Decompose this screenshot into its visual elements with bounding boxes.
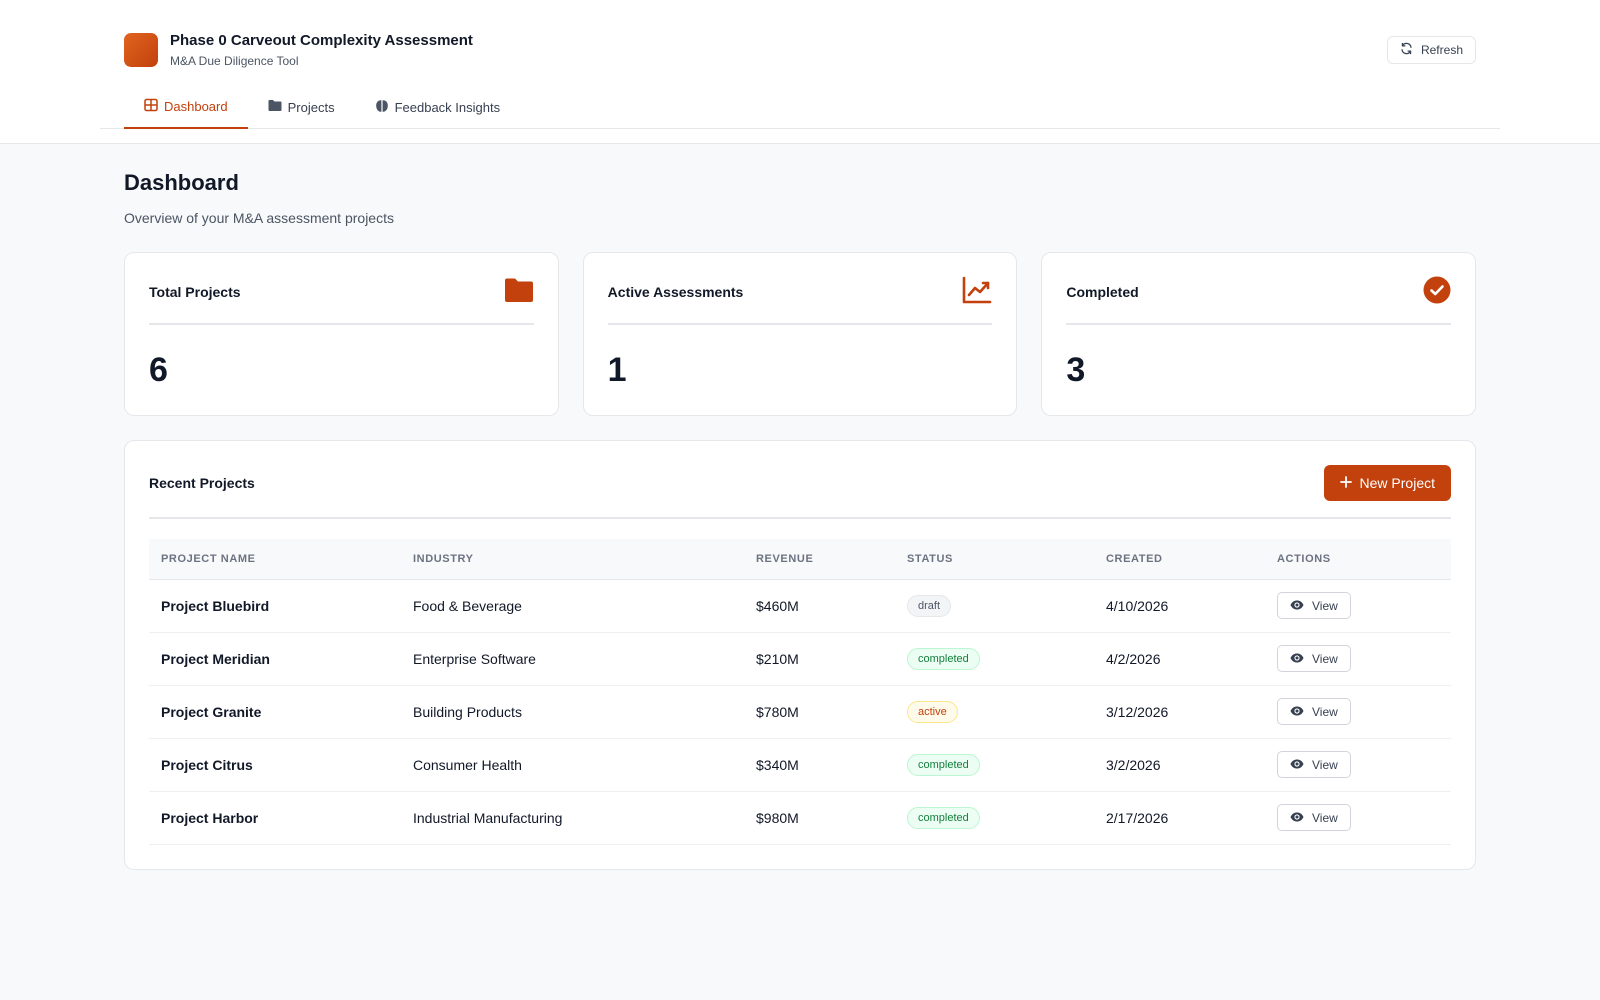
main-content: Dashboard Overview of your M&A assessmen…: [124, 170, 1477, 870]
eye-icon: [1290, 811, 1304, 825]
project-industry: Consumer Health: [401, 738, 744, 792]
stat-value: 6: [149, 351, 168, 389]
stat-label: Completed: [1066, 284, 1139, 300]
main-nav: Dashboard Projects Feedback Insights: [100, 86, 1500, 129]
project-revenue: $340M: [744, 738, 895, 792]
project-name: Project Citrus: [149, 738, 401, 792]
stat-card-total-projects: Total Projects 6: [124, 252, 559, 416]
stat-card-completed: Completed 3: [1041, 252, 1477, 416]
app-logo: [124, 33, 158, 67]
status-badge: completed: [907, 753, 980, 776]
view-button[interactable]: View: [1277, 645, 1351, 672]
project-name: Project Granite: [149, 685, 401, 739]
table-row[interactable]: Project Harbor Industrial Manufacturing …: [149, 791, 1451, 845]
project-revenue: $460M: [744, 579, 895, 633]
projects-table-body: Project Bluebird Food & Beverage $460M d…: [149, 579, 1451, 845]
project-name: Project Meridian: [149, 632, 401, 686]
column-header: ACTIONS: [1265, 539, 1451, 580]
view-label: View: [1312, 757, 1338, 772]
stat-value: 3: [1066, 351, 1086, 389]
view-label: View: [1312, 651, 1338, 666]
view-button[interactable]: View: [1277, 698, 1351, 725]
refresh-label: Refresh: [1420, 43, 1463, 57]
column-header: INDUSTRY: [401, 539, 744, 580]
new-project-button[interactable]: New Project: [1323, 465, 1451, 501]
folder-icon: [504, 277, 534, 308]
recent-projects-title: Recent Projects: [149, 475, 255, 491]
view-label: View: [1312, 598, 1338, 613]
stat-card-active-assessments: Active Assessments 1: [582, 252, 1018, 416]
eye-icon: [1290, 652, 1304, 666]
project-industry: Building Products: [401, 685, 744, 739]
status-badge: draft: [907, 594, 952, 617]
project-revenue: $980M: [744, 791, 895, 845]
view-label: View: [1312, 704, 1338, 719]
brand: Phase 0 Carveout Complexity Assessment M…: [124, 32, 473, 68]
column-header: PROJECT NAME: [149, 539, 401, 580]
tab-label: Projects: [287, 99, 335, 115]
project-revenue: $210M: [744, 632, 895, 686]
project-created: 4/10/2026: [1094, 579, 1265, 633]
brain-icon: [375, 99, 389, 116]
project-created: 4/2/2026: [1094, 632, 1265, 686]
view-button[interactable]: View: [1277, 592, 1351, 619]
stats-row: Total Projects 6 Active Assessments 1 Co…: [124, 252, 1477, 416]
project-created: 2/17/2026: [1094, 791, 1265, 845]
new-project-label: New Project: [1359, 475, 1435, 491]
stat-label: Active Assessments: [607, 284, 744, 300]
chart-line-icon: [962, 276, 992, 309]
project-name: Project Bluebird: [149, 579, 401, 633]
tab-feedback-insights[interactable]: Feedback Insights: [355, 86, 521, 128]
column-header: CREATED: [1094, 539, 1265, 580]
status-badge: active: [907, 700, 958, 723]
grid-icon: [144, 98, 158, 115]
project-name: Project Harbor: [149, 791, 401, 845]
app-subtitle: M&A Due Diligence Tool: [170, 54, 299, 68]
table-header-row: PROJECT NAME INDUSTRY REVENUE STATUS CRE…: [149, 539, 1451, 580]
column-header: STATUS: [895, 539, 1094, 580]
status-badge: completed: [907, 806, 980, 829]
stat-label: Total Projects: [149, 284, 241, 300]
tab-label: Dashboard: [164, 99, 228, 114]
app-header: Phase 0 Carveout Complexity Assessment M…: [0, 0, 1600, 144]
eye-icon: [1290, 758, 1304, 772]
tab-projects[interactable]: Projects: [248, 86, 355, 128]
stat-value: 1: [607, 351, 627, 389]
project-revenue: $780M: [744, 685, 895, 739]
refresh-icon: [1400, 42, 1413, 58]
recent-projects-card: Recent Projects New Project PROJECT NAME…: [124, 440, 1476, 870]
column-header: REVENUE: [744, 539, 895, 580]
check-circle-icon: [1423, 276, 1451, 309]
app-title: Phase 0 Carveout Complexity Assessment: [170, 32, 473, 49]
eye-icon: [1290, 705, 1304, 719]
table-row[interactable]: Project Meridian Enterprise Software $21…: [149, 632, 1451, 686]
plus-icon: [1339, 475, 1352, 491]
project-industry: Industrial Manufacturing: [401, 791, 744, 845]
tab-dashboard[interactable]: Dashboard: [124, 86, 248, 129]
project-industry: Food & Beverage: [401, 579, 744, 633]
table-row[interactable]: Project Bluebird Food & Beverage $460M d…: [149, 579, 1451, 633]
refresh-button[interactable]: Refresh: [1386, 36, 1476, 64]
status-badge: completed: [907, 647, 980, 670]
project-created: 3/2/2026: [1094, 738, 1265, 792]
projects-table: PROJECT NAME INDUSTRY REVENUE STATUS CRE…: [149, 539, 1451, 845]
project-created: 3/12/2026: [1094, 685, 1265, 739]
view-button[interactable]: View: [1277, 804, 1351, 831]
tab-label: Feedback Insights: [394, 99, 501, 115]
page-title: Dashboard: [124, 170, 239, 195]
folder-icon: [268, 99, 282, 115]
view-button[interactable]: View: [1277, 751, 1351, 778]
table-row[interactable]: Project Citrus Consumer Health $340M com…: [149, 738, 1451, 792]
eye-icon: [1290, 599, 1304, 613]
table-row[interactable]: Project Granite Building Products $780M …: [149, 685, 1451, 739]
page-subtitle: Overview of your M&A assessment projects: [124, 210, 394, 226]
project-industry: Enterprise Software: [401, 632, 744, 686]
view-label: View: [1312, 810, 1338, 825]
